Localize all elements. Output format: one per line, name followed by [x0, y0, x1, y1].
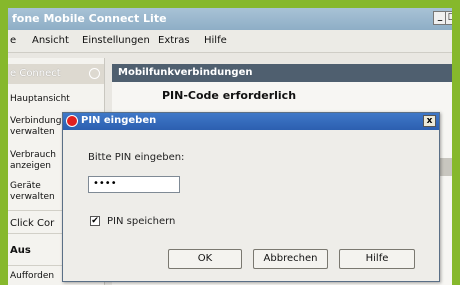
sidebar-item-verbindung[interactable]: Verbindung verwalten — [10, 116, 61, 138]
app-window: fone Mobile Connect Lite _ □ e Ansicht E… — [8, 8, 452, 285]
menu-ansicht[interactable]: Ansicht — [32, 35, 69, 46]
dialog-title: PIN eingeben — [81, 115, 157, 126]
sidebar-item-hauptansicht[interactable]: Hauptansicht — [10, 94, 70, 105]
cancel-button[interactable]: Abbrechen — [253, 249, 328, 269]
menu-hilfe[interactable]: Hilfe — [204, 35, 227, 46]
maximize-icon[interactable]: □ — [445, 11, 452, 25]
window-title: fone Mobile Connect Lite — [12, 12, 167, 25]
section-header: Mobilfunkverbindungen — [112, 64, 452, 82]
close-icon[interactable]: x — [423, 115, 436, 127]
dialog-titlebar[interactable]: PIN eingeben x — [63, 113, 439, 130]
pin-input[interactable]: •••• — [88, 176, 180, 193]
help-button[interactable]: Hilfe — [339, 249, 415, 269]
pin-required-heading: PIN-Code erforderlich — [162, 89, 297, 102]
window-titlebar[interactable]: fone Mobile Connect Lite _ □ — [8, 8, 452, 30]
menu-bar: e Ansicht Einstellungen Extras Hilfe — [8, 30, 452, 53]
vodafone-logo-icon — [66, 115, 78, 127]
pin-prompt-label: Bitte PIN eingeben: — [88, 152, 185, 163]
menu-item-cut[interactable]: e — [10, 35, 16, 46]
menu-extras[interactable]: Extras — [158, 35, 190, 46]
sidebar-header: e Connect — [8, 64, 104, 84]
sidebar-collapse-icon[interactable] — [89, 68, 100, 79]
sidebar-item-auffordern[interactable]: Aufforden — [10, 271, 54, 282]
pin-dialog: PIN eingeben x Bitte PIN eingeben: •••• … — [62, 112, 440, 282]
sidebar-item-click-connect[interactable]: Click Cor — [10, 218, 54, 229]
save-pin-checkbox[interactable]: ✔ — [90, 216, 100, 226]
ok-button[interactable]: OK — [168, 249, 242, 269]
save-pin-label: PIN speichern — [107, 216, 176, 227]
sidebar-item-geraete[interactable]: Geräte verwalten — [10, 181, 55, 203]
sidebar-item-verbrauch[interactable]: Verbrauch anzeigen — [10, 150, 56, 172]
menu-einstellungen[interactable]: Einstellungen — [82, 35, 150, 46]
sidebar-item-aus[interactable]: Aus — [10, 245, 31, 256]
